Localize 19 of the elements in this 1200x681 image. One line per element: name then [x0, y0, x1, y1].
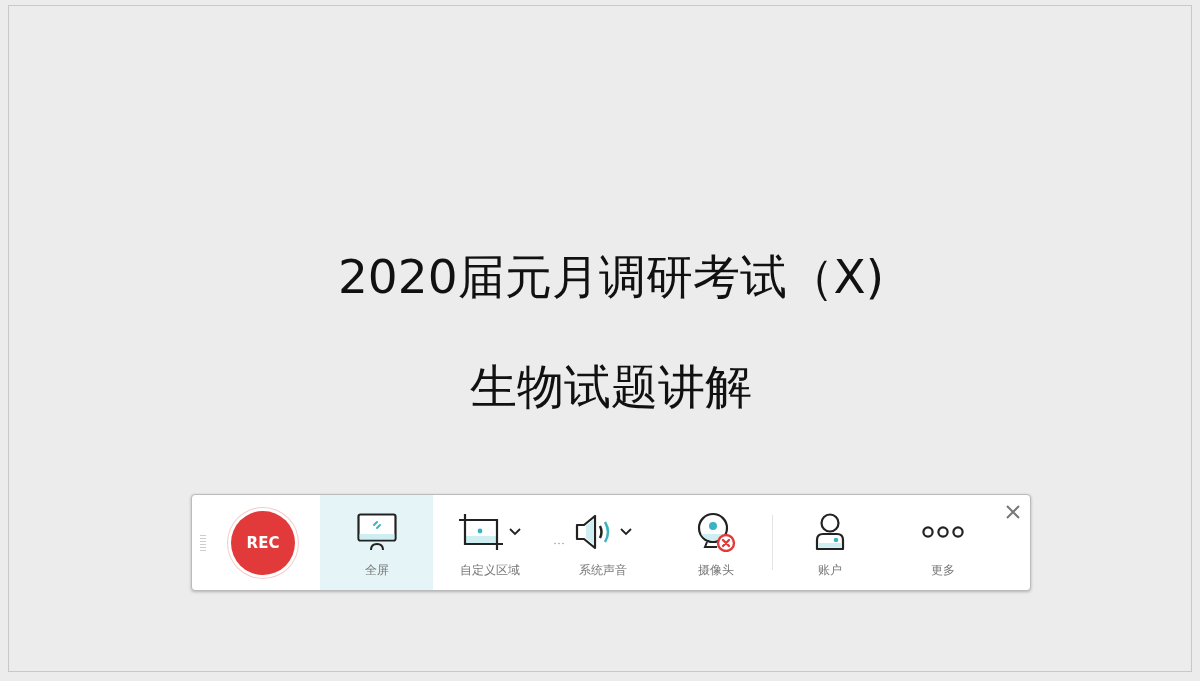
record-button[interactable]: REC [231, 510, 295, 575]
toolbar-button[interactable]: 自定义区域 [433, 495, 546, 590]
toolbar-button[interactable]: 全屏 [320, 495, 433, 590]
close-icon [1006, 505, 1020, 519]
slide-title: 生物试题讲解 [470, 358, 752, 416]
toolbar-button[interactable]: 系统声音 [546, 495, 659, 590]
more-icon [921, 525, 964, 539]
toolbar-button[interactable]: 账户 [773, 495, 886, 590]
slide-title: 2020届元月调研考试（X) [337, 248, 885, 306]
monitor-icon [356, 513, 397, 551]
toolbar-button[interactable]: 更多 [886, 495, 999, 590]
caret-icon[interactable] [619, 528, 632, 536]
user-icon [814, 513, 845, 551]
caret-icon[interactable] [508, 528, 521, 536]
dots-icon [553, 542, 564, 545]
crop-icon [458, 514, 503, 550]
toolbar-button[interactable]: 摄像头 [659, 495, 772, 590]
close-button[interactable] [1004, 503, 1022, 521]
drag-handle-icon[interactable] [200, 533, 206, 552]
